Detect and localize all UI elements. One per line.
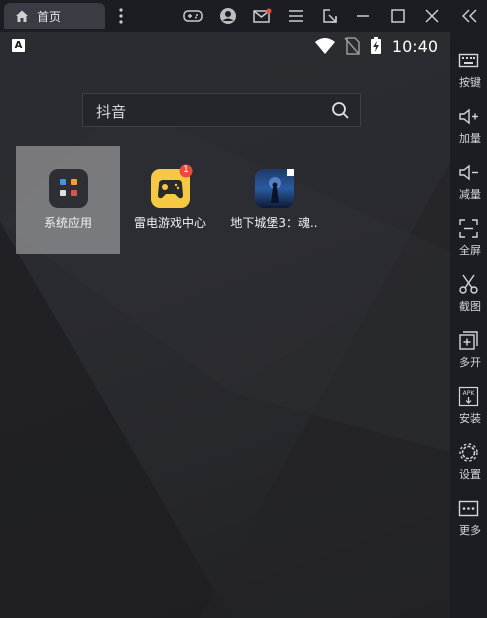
sidebar-item-install-apk[interactable]: APK 安装 bbox=[450, 386, 487, 442]
sidebar-item-label: 安装 bbox=[459, 412, 481, 425]
collapse-sidebar-icon[interactable] bbox=[460, 6, 480, 26]
sidebar-item-label: 加量 bbox=[459, 132, 481, 145]
sidebar-item-volume-down[interactable]: 减量 bbox=[450, 162, 487, 218]
menu-dots-icon[interactable] bbox=[111, 6, 131, 26]
home-icon bbox=[16, 10, 28, 22]
search-placeholder: 抖音 bbox=[96, 103, 127, 121]
keyboard-icon bbox=[458, 53, 479, 68]
clock: 10:40 bbox=[391, 37, 438, 56]
sidebar-item-label: 设置 bbox=[459, 468, 481, 481]
search-icon[interactable] bbox=[331, 101, 350, 120]
app-game-center[interactable]: 1 雷电游戏中心 bbox=[118, 146, 222, 254]
gamepad-icon[interactable] bbox=[183, 6, 203, 26]
badge-count: 1 bbox=[183, 165, 189, 175]
maximize-icon[interactable] bbox=[388, 6, 408, 26]
app-label: 系统应用 bbox=[43, 216, 92, 230]
close-icon[interactable] bbox=[422, 6, 442, 26]
battery-charging-icon bbox=[371, 37, 381, 54]
emulator-sidebar: 按键 加量 减量 全屏 截图 多开 APK 安装 设置 更多 bbox=[450, 32, 487, 618]
sidebar-item-label: 截图 bbox=[459, 300, 481, 313]
apk-install-icon: APK bbox=[458, 386, 479, 407]
sidebar-item-label: 全屏 bbox=[459, 244, 481, 257]
sidebar-item-keys[interactable]: 按键 bbox=[450, 50, 487, 106]
hamburger-icon[interactable] bbox=[286, 6, 306, 26]
account-icon[interactable] bbox=[218, 6, 238, 26]
app-system-apps[interactable]: 系统应用 bbox=[16, 146, 120, 254]
sidebar-item-screenshot[interactable]: 截图 bbox=[450, 274, 487, 330]
sidebar-item-label: 多开 bbox=[459, 356, 481, 369]
volume-down-icon bbox=[459, 164, 478, 181]
system-apps-folder-icon bbox=[49, 169, 88, 208]
scissors-icon bbox=[459, 274, 478, 294]
wifi-icon bbox=[315, 38, 335, 54]
dungeon-castle-icon bbox=[255, 169, 294, 208]
no-sim-icon bbox=[344, 37, 360, 55]
app-dungeon-castle[interactable]: 地下城堡3：魂.. bbox=[222, 146, 326, 254]
mail-icon[interactable] bbox=[252, 6, 272, 26]
settings-gear-icon bbox=[459, 443, 478, 462]
tab-label: 首页 bbox=[37, 10, 62, 24]
sidebar-item-label: 按键 bbox=[459, 76, 481, 89]
sidebar-item-more[interactable]: 更多 bbox=[450, 498, 487, 554]
sidebar-item-label: 减量 bbox=[459, 188, 481, 201]
app-label: 雷电游戏中心 bbox=[133, 216, 206, 230]
sidebar-item-settings[interactable]: 设置 bbox=[450, 442, 487, 498]
tab-home[interactable]: 首页 bbox=[4, 3, 105, 29]
external-link-icon[interactable] bbox=[320, 6, 340, 26]
more-icon bbox=[458, 500, 479, 517]
keyboard-indicator: A bbox=[12, 39, 25, 52]
status-bar: A 10:40 bbox=[0, 32, 450, 60]
volume-up-icon bbox=[459, 108, 478, 125]
minimize-icon[interactable] bbox=[353, 6, 373, 26]
sidebar-item-label: 更多 bbox=[459, 524, 481, 537]
app-label: 地下城堡3：魂.. bbox=[230, 216, 318, 230]
sidebar-item-fullscreen[interactable]: 全屏 bbox=[450, 218, 487, 274]
search-bar[interactable]: 抖音 bbox=[82, 93, 361, 127]
sidebar-item-multi-instance[interactable]: 多开 bbox=[450, 330, 487, 386]
sidebar-item-volume-up[interactable]: 加量 bbox=[450, 106, 487, 162]
android-screen: A 10:40 抖音 系统应用 1 雷电游戏中心 地下城堡3：魂.. bbox=[0, 32, 450, 618]
multi-instance-icon bbox=[459, 331, 478, 350]
fullscreen-icon bbox=[459, 219, 478, 238]
svg-text:APK: APK bbox=[463, 390, 476, 397]
title-bar: 首页 bbox=[0, 0, 487, 32]
